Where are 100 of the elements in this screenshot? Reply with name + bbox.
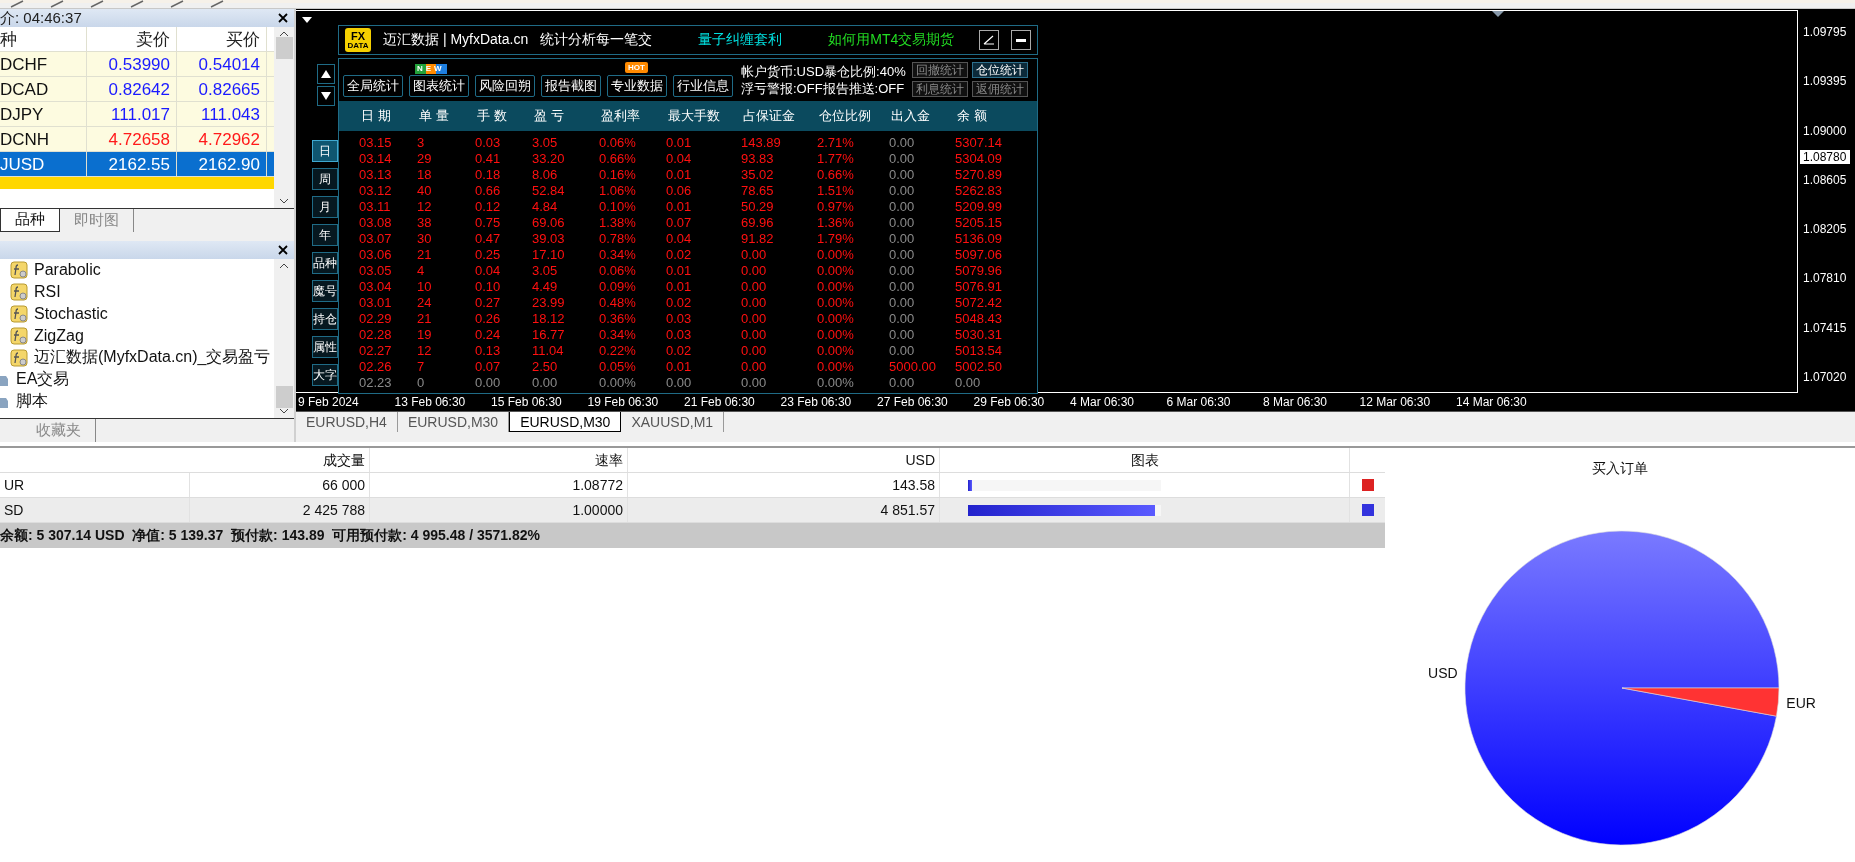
table-cell-text: 5304.09 [955, 151, 1003, 167]
chart-menu-icon[interactable] [302, 17, 312, 23]
report-button[interactable]: 全局统计 [343, 75, 403, 97]
navigator-item[interactable]: Parabolic [34, 260, 101, 279]
column-header[interactable]: USD [628, 448, 940, 472]
scrollbar[interactable] [274, 258, 294, 418]
usd-value: 4 851.57 [628, 498, 940, 522]
navigator-item[interactable]: EA交易 [16, 369, 70, 390]
close-icon[interactable] [278, 13, 288, 23]
period-tab[interactable]: 日 [312, 140, 338, 162]
time-label: 29 Feb 06:30 [972, 395, 1046, 409]
table-cell-text: 0.66 [475, 183, 502, 199]
promo-link[interactable]: 量子纠缠套利 [698, 31, 783, 49]
scroll-up-button[interactable] [317, 64, 335, 84]
table-cell-text: 3.05 [532, 263, 559, 279]
table-cell-text: 69.96 [741, 215, 775, 231]
table-cell-text: 03.05 [359, 263, 393, 279]
table-cell-text: 0.00 [475, 375, 502, 391]
chart-title: 买入订单 [1592, 460, 1648, 478]
table-cell-text: 0.03 [666, 311, 693, 327]
report-button[interactable]: 风险回朔 [475, 75, 535, 97]
period-tab[interactable]: 大字 [312, 364, 338, 386]
symbol-row[interactable]: DJPY 111.017 111.043 [0, 102, 274, 127]
symbol-row[interactable]: JUSD 2162.55 2162.90 [0, 152, 274, 177]
table-cell-text: 0.06 [666, 183, 693, 199]
panel-tab[interactable]: 品种 [0, 208, 60, 232]
symbol-row[interactable]: DCNH 4.72658 4.72962 [0, 127, 274, 152]
table-cell-text: 29 [417, 151, 433, 167]
tool-icon[interactable] [90, 0, 104, 8]
tagline: 统计分析每一笔交 [540, 31, 653, 49]
table-cell-text: 0.00 [741, 247, 768, 263]
period-tab[interactable]: 月 [312, 196, 338, 218]
column-header: 仓位比例 [818, 107, 872, 125]
period-tab[interactable]: 品种 [312, 252, 338, 274]
table-cell-text: 3.05 [532, 135, 559, 151]
period-tab[interactable]: 持仓 [312, 308, 338, 330]
table-cell-text: 93.83 [741, 151, 775, 167]
report-button[interactable]: 行业信息 [673, 75, 733, 97]
navigator-item[interactable]: Stochastic [34, 304, 108, 323]
table-cell-text: 0.12 [475, 199, 502, 215]
close-icon[interactable] [278, 244, 288, 255]
chart-tab[interactable]: EURUSD,M30 [509, 412, 622, 432]
column-header[interactable]: 成交量 [190, 448, 370, 472]
report-button[interactable]: 专业数据 [607, 75, 667, 97]
table-cell-text: 1.77% [817, 151, 855, 167]
table-cell-text: 5002.50 [955, 359, 1003, 375]
navigator-item[interactable]: 脚本 [16, 391, 48, 412]
table-cell-text: 12 [417, 199, 433, 215]
chart-tab[interactable]: XAUUSD,M1 [621, 412, 725, 432]
column-header[interactable]: 速率 [370, 448, 628, 472]
report-button[interactable]: 报告截图 [541, 75, 601, 97]
current-price: 1.08780 [1800, 150, 1851, 164]
minimize-button[interactable] [1011, 30, 1031, 50]
scroll-down-button[interactable] [317, 86, 335, 106]
tool-icon[interactable] [210, 0, 224, 8]
table-cell-text: 0.34% [599, 327, 637, 343]
table-cell-text: 0.00 [955, 375, 982, 391]
time-label: 21 Feb 06:30 [683, 395, 756, 409]
time-label: 14 Mar 06:30 [1455, 395, 1528, 409]
symbol-row[interactable]: DCAD 0.82642 0.82665 [0, 77, 274, 102]
scroll-thumb[interactable] [275, 385, 293, 408]
resize-button[interactable] [979, 30, 999, 50]
shift-marker-icon[interactable] [1492, 11, 1504, 17]
table-cell-text: 21 [417, 311, 433, 327]
period-tab[interactable]: 属性 [312, 336, 338, 358]
logo: FX DATA [345, 28, 371, 52]
table-cell-text: 0.06% [599, 135, 637, 151]
table-cell-text: 4.49 [532, 279, 559, 295]
navigator-item[interactable]: 迈汇数据(MyfxData.cn)_交易盈亏 [34, 347, 271, 368]
scrollbar[interactable] [274, 27, 294, 208]
tool-icon[interactable] [50, 0, 64, 8]
table-cell-text: 0.26 [475, 311, 502, 327]
column-header: 出入金 [890, 107, 931, 125]
price-label: 1.09000 [1802, 123, 1848, 138]
table-cell-text: 0.34% [599, 247, 637, 263]
table-cell-text: 0.00 [889, 151, 916, 167]
table-cell-text: 0.00% [817, 263, 855, 279]
chart-tab[interactable]: EURUSD,H4 [296, 412, 398, 432]
table-cell-text: 5270.89 [955, 167, 1003, 183]
navigator-item[interactable]: ZigZag [34, 326, 84, 345]
promo-link[interactable]: 如何用MT4交易期货 [828, 31, 955, 49]
report-button[interactable]: 图表统计 [409, 75, 469, 97]
period-tab[interactable]: 年 [312, 224, 338, 246]
server-time: 介: 04:46:37 [0, 8, 82, 28]
scroll-thumb[interactable] [275, 37, 293, 59]
navigator-item[interactable]: RSI [34, 282, 61, 301]
column-header: 日 期 [360, 107, 392, 125]
tool-icon[interactable] [130, 0, 144, 8]
table-cell-text: 0.00% [817, 311, 855, 327]
stats-button[interactable]: 仓位统计 [971, 62, 1028, 78]
tool-icon[interactable] [170, 0, 184, 8]
column-header[interactable]: 图表 [940, 448, 1350, 472]
table-cell-text: 0.04 [475, 263, 502, 279]
table-cell-text: 0.27 [475, 295, 502, 311]
table-cell-text: 2.50 [532, 359, 559, 375]
period-tab[interactable]: 魔号 [312, 280, 338, 302]
time-label: 9 Feb 2024 [297, 395, 360, 409]
tool-icon[interactable] [10, 0, 24, 8]
symbol-row[interactable]: DCHF 0.53990 0.54014 [0, 52, 274, 77]
period-tab[interactable]: 周 [312, 168, 338, 190]
